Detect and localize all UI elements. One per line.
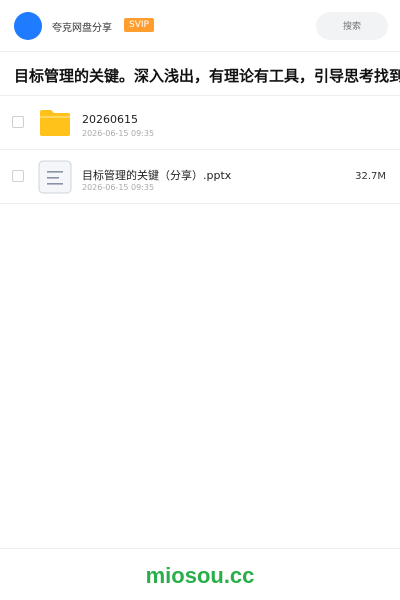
file-name[interactable]: 目标管理的关键（分享）.pptx: [82, 167, 231, 183]
file-date: 2026-06-15 09:35: [82, 129, 155, 138]
folder-icon: [40, 110, 70, 136]
file-size: 32.7M: [355, 171, 386, 182]
share-title: 目标管理的关键。深入浅出，有理论有工具，引导思考找到: [14, 67, 400, 85]
user-name: 夸克网盘分享: [52, 23, 112, 34]
avatar[interactable]: [14, 12, 42, 40]
share-page: 夸克网盘分享 SVIP 目标管理的关键。深入浅出，有理论有工具，引导思考找到 2…: [0, 0, 400, 600]
item-checkbox[interactable]: [12, 116, 24, 128]
file-date: 2026-06-15 09:35: [82, 183, 155, 192]
svip-badge: SVIP: [124, 18, 154, 32]
list-item[interactable]: 20260615 2026-06-15 09:35: [0, 96, 400, 150]
document-icon: [38, 160, 72, 194]
share-title-bar: 目标管理的关键。深入浅出，有理论有工具，引导思考找到: [0, 52, 400, 96]
item-checkbox[interactable]: [12, 170, 24, 182]
header: 夸克网盘分享 SVIP: [0, 0, 400, 52]
search-input[interactable]: [316, 12, 388, 40]
footer-brand[interactable]: miosou.cc: [0, 563, 400, 589]
file-name[interactable]: 20260615: [82, 113, 138, 126]
footer: miosou.cc: [0, 548, 400, 600]
list-item[interactable]: 目标管理的关键（分享）.pptx 2026-06-15 09:35 32.7M: [0, 150, 400, 204]
